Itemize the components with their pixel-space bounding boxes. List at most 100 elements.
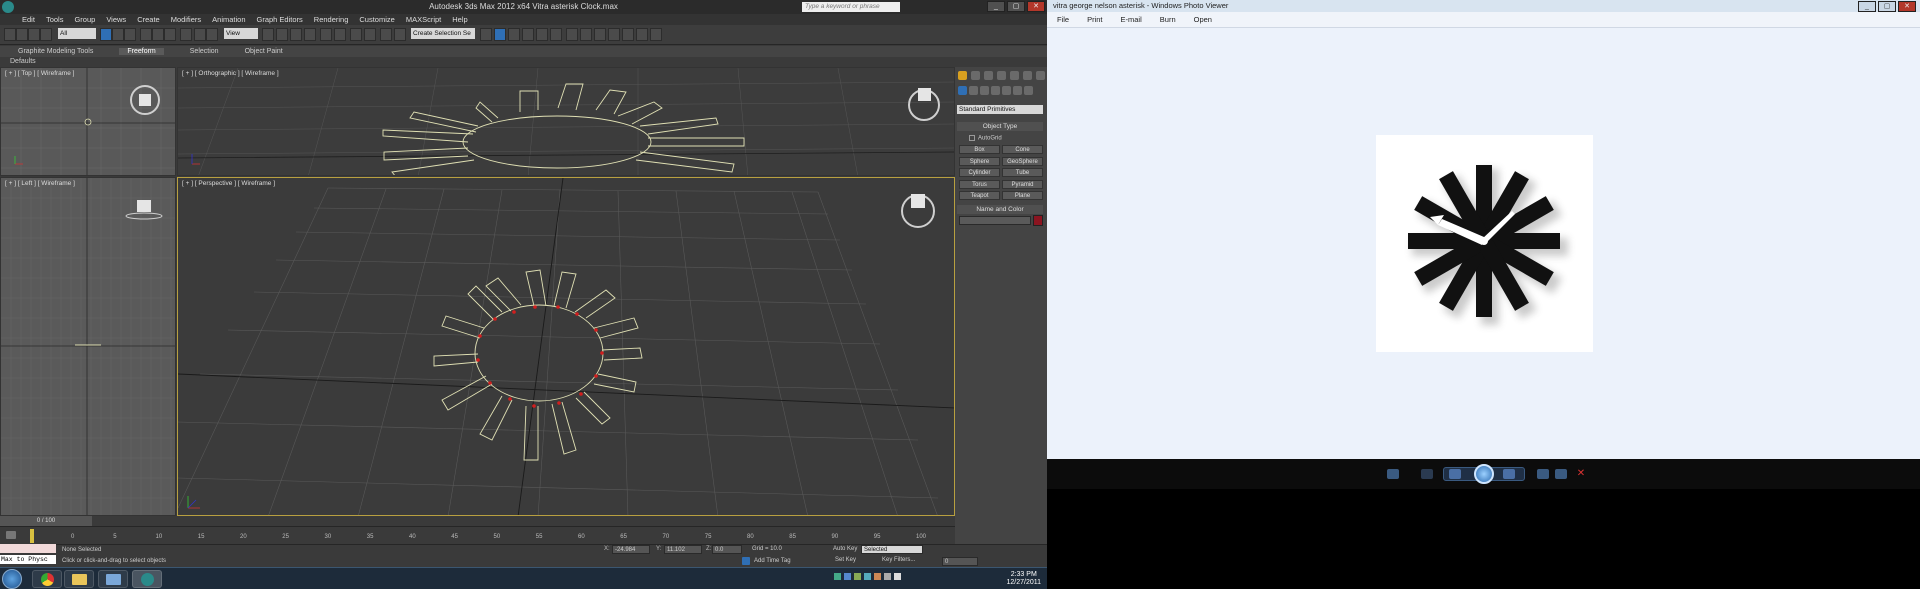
pv-menu-email[interactable]: E-mail [1121,15,1142,24]
pv-close-button[interactable]: ✕ [1898,1,1916,12]
viewport-persp-label[interactable]: [ + ] [ Perspective ] [ Wireframe ] [182,180,275,187]
spinner-snap-icon[interactable] [304,28,316,41]
pv-menu-burn[interactable]: Burn [1160,15,1176,24]
utilities-tab-icon[interactable] [1023,71,1032,80]
menu-views[interactable]: Views [106,15,126,24]
set-key-button[interactable]: Set Key [835,557,856,563]
tray-icon[interactable] [834,573,841,580]
cameras-icon[interactable] [991,86,1000,95]
ribbon-tab-selection[interactable]: Selection [190,48,219,55]
menu-graph-editors[interactable]: Graph Editors [257,15,303,24]
viewport-left-label[interactable]: [ + ] [ Left ] [ Wireframe ] [5,180,75,187]
snaps-icon[interactable] [262,28,274,41]
object-color-swatch[interactable] [1033,215,1043,226]
clock-object-top[interactable] [84,118,92,126]
wrench-icon[interactable] [1036,71,1045,80]
primitive-teapot-button[interactable]: Teapot [959,191,1000,200]
ribbon-tab-object-paint[interactable]: Object Paint [245,48,283,55]
shapes-icon[interactable] [969,86,978,95]
graphite-icon[interactable] [380,28,392,41]
menu-customize[interactable]: Customize [359,15,394,24]
spacewarps-icon[interactable] [1013,86,1022,95]
3dsmax-taskbar-icon[interactable] [132,570,162,588]
percent-snap-icon[interactable] [290,28,302,41]
selection-filter-dropdown[interactable]: All [58,28,96,39]
time-tag-icon[interactable] [742,557,750,565]
settings-icon[interactable] [622,28,634,41]
x-coordinate-field[interactable]: -24.984 [612,545,650,554]
menu-modifiers[interactable]: Modifiers [171,15,201,24]
viewcube-left[interactable] [137,200,151,212]
unlink-icon[interactable] [40,28,52,41]
network-icon[interactable] [884,573,891,580]
render-active-icon[interactable] [550,28,562,41]
menu-rendering[interactable]: Rendering [314,15,349,24]
open-mini-curve-editor-icon[interactable] [6,531,16,539]
primitive-box-button[interactable]: Box [959,145,1000,154]
photo-viewer-taskbar-icon[interactable] [98,570,128,588]
pv-menu-print[interactable]: Print [1087,15,1102,24]
material-editor-icon[interactable] [494,28,506,41]
actual-size-button[interactable] [1421,469,1433,479]
render-setup-icon[interactable] [508,28,520,41]
primitive-category-dropdown[interactable]: Standard Primitives [957,105,1043,114]
rotate-icon[interactable] [164,28,176,41]
help-icon[interactable] [636,28,648,41]
current-frame-field[interactable]: 0 [942,557,978,566]
mirror-icon[interactable] [334,28,346,41]
tray-icon[interactable] [864,573,871,580]
pivot-icon[interactable] [194,28,206,41]
move-icon[interactable] [152,28,164,41]
rotate-right-button[interactable] [1555,469,1567,479]
viewport-ortho-label[interactable]: [ + ] [ Orthographic ] [ Wireframe ] [182,70,279,77]
helpers-icon[interactable] [1002,86,1011,95]
camera-icon[interactable] [594,28,606,41]
window-crossing-icon[interactable] [140,28,152,41]
viewport-perspective[interactable]: [ + ] [ Perspective ] [ Wireframe ] [177,177,955,516]
systems-icon[interactable] [1024,86,1033,95]
lights-icon[interactable] [980,86,989,95]
motion-tab-icon[interactable] [997,71,1006,80]
primitive-plane-button[interactable]: Plane [1002,191,1043,200]
redo-icon[interactable] [16,28,28,41]
tray-icon[interactable] [844,573,851,580]
explorer-taskbar-icon[interactable] [64,570,94,588]
auto-key-button[interactable]: Auto Key [833,546,857,552]
object-type-rollout[interactable]: Object Type [957,122,1043,131]
light-icon[interactable] [580,28,592,41]
menu-edit[interactable]: Edit [22,15,35,24]
layers-icon[interactable] [364,28,376,41]
ribbon-tab-freeform[interactable]: Freeform [119,48,164,55]
start-button[interactable] [2,569,22,589]
render-icon[interactable] [536,28,548,41]
schematic-icon[interactable] [480,28,492,41]
slideshow-button[interactable] [1474,464,1494,484]
viewport-top-label[interactable]: [ + ] [ Top ] [ Wireframe ] [5,70,74,77]
maximize-button[interactable]: ▢ [1007,1,1025,12]
object-name-field[interactable] [959,216,1031,225]
menu-create[interactable]: Create [137,15,160,24]
menu-group[interactable]: Group [74,15,95,24]
geometry-icon[interactable] [958,86,967,95]
named-selection-dropdown[interactable]: Create Selection Se [411,28,475,39]
pv-minimize-button[interactable]: _ [1858,1,1876,12]
tray-icon[interactable] [854,573,861,580]
primitive-cylinder-button[interactable]: Cylinder [959,168,1000,177]
viewport-icon[interactable] [566,28,578,41]
delete-icon[interactable]: ✕ [1575,469,1587,479]
chrome-taskbar-icon[interactable] [32,570,62,588]
next-button[interactable] [1503,469,1515,479]
y-coordinate-field[interactable]: 11.102 [664,545,702,554]
key-filters-button[interactable]: Key Filters... [882,557,915,563]
autogrid-checkbox[interactable]: AutoGrid [969,135,1002,142]
primitive-geosphere-button[interactable]: GeoSphere [1002,156,1043,166]
menu-animation[interactable]: Animation [212,15,245,24]
extra-icon[interactable] [650,28,662,41]
pv-menu-open[interactable]: Open [1194,15,1212,24]
search-input[interactable]: Type a keyword or phrase [802,2,900,12]
primitive-sphere-button[interactable]: Sphere [959,156,1000,166]
create-tab-icon[interactable] [958,71,967,80]
rendered-frame-icon[interactable] [522,28,534,41]
viewport-left[interactable]: [ + ] [ Left ] [ Wireframe ] [0,177,176,516]
track-bar[interactable]: 0 5 10 15 20 25 30 35 40 45 50 55 60 65 70 75 80 85 90 95 10… [0,526,955,544]
